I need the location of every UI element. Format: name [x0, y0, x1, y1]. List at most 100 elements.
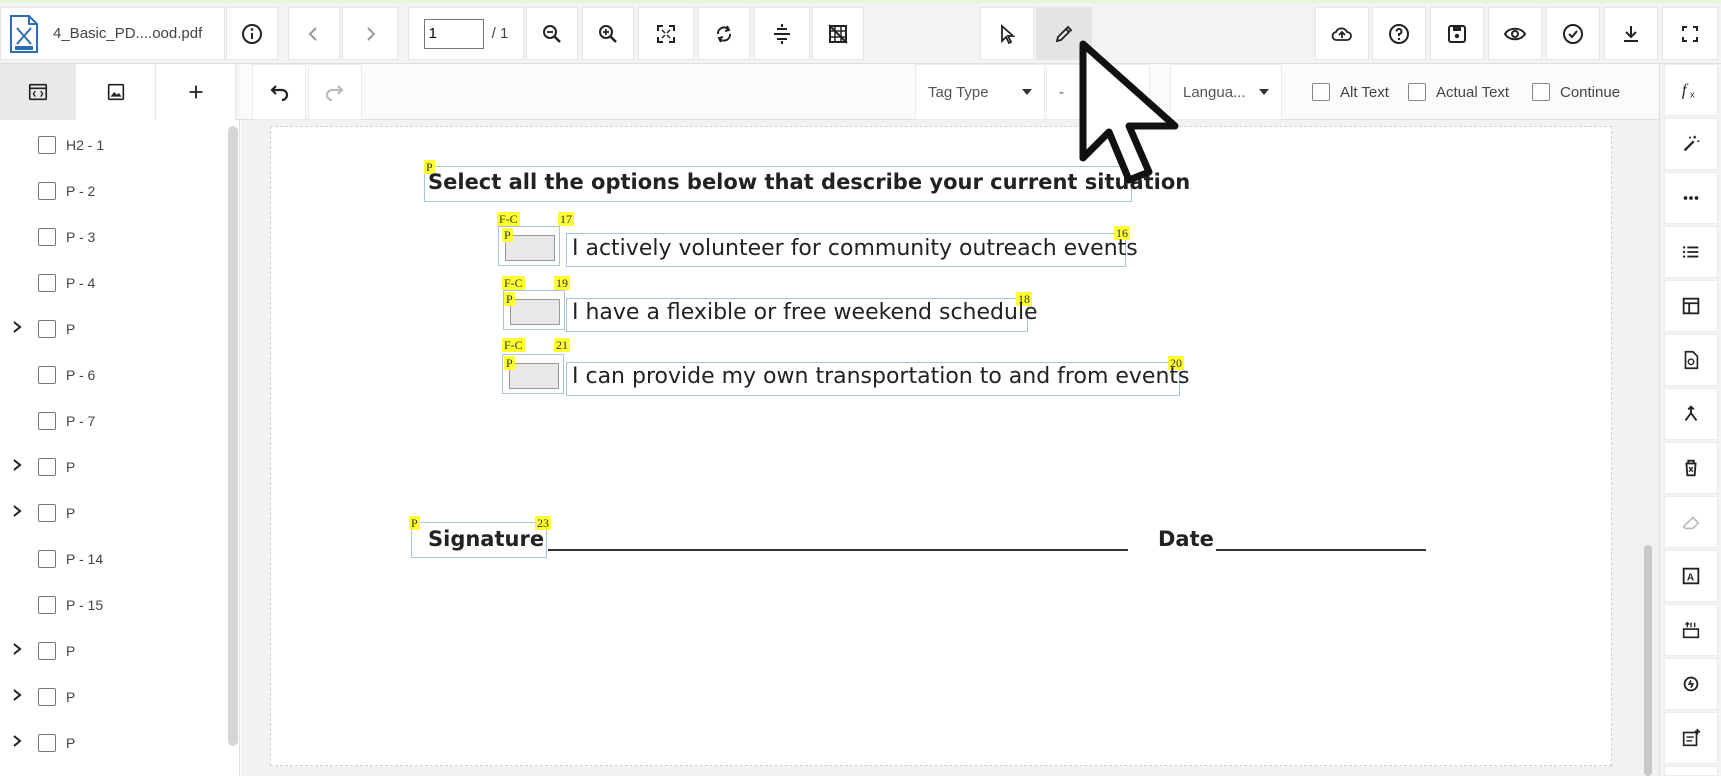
list-button[interactable]	[1664, 226, 1718, 278]
merge-button[interactable]	[1664, 388, 1718, 440]
tree-item[interactable]: P	[0, 674, 228, 720]
chevron-right-icon[interactable]	[10, 458, 24, 477]
tree-item[interactable]: P	[0, 444, 228, 490]
chevron-right-icon[interactable]	[10, 320, 24, 339]
chevron-right-icon[interactable]	[10, 688, 24, 707]
preview-button[interactable]	[1488, 7, 1542, 60]
save-button[interactable]	[1430, 7, 1484, 60]
tree-item[interactable]: P	[0, 720, 228, 766]
tree-item[interactable]: P - 15	[0, 582, 228, 628]
validate-button[interactable]	[1546, 7, 1600, 60]
rotate-icon	[717, 25, 731, 42]
tree-item-checkbox[interactable]	[38, 596, 56, 614]
tag-value-dash: -	[1059, 83, 1064, 101]
tree-item-label: P	[66, 735, 76, 751]
tree-item-checkbox[interactable]	[38, 734, 56, 752]
tree-item-checkbox[interactable]	[38, 550, 56, 568]
tree-item-checkbox[interactable]	[38, 642, 56, 660]
sync-button[interactable]	[1664, 658, 1718, 710]
info-button[interactable]	[226, 7, 278, 60]
tree-item[interactable]: P	[0, 490, 228, 536]
tree-item[interactable]: P - 4	[0, 260, 228, 306]
tree-item-checkbox[interactable]	[38, 366, 56, 384]
signature-line	[548, 549, 1128, 551]
select-tool-button[interactable]	[980, 7, 1034, 60]
help-button[interactable]	[1372, 7, 1426, 60]
text-box-button[interactable]: A	[1664, 550, 1718, 602]
tree-item[interactable]: P	[0, 628, 228, 674]
undo-button[interactable]	[252, 64, 306, 120]
chevron-right-icon[interactable]	[10, 734, 24, 753]
debug-button[interactable]	[1664, 766, 1718, 776]
fullscreen-button[interactable]	[1662, 7, 1718, 60]
next-page-button[interactable]	[342, 7, 398, 60]
tree-item-checkbox[interactable]	[38, 688, 56, 706]
add-tag-button[interactable]	[156, 64, 236, 120]
auto-tag-button[interactable]	[1664, 118, 1718, 170]
grid-toggle-button[interactable]	[812, 7, 864, 60]
file-tab[interactable]: 4_Basic_PD....ood.pdf	[0, 7, 225, 60]
page-number-input[interactable]	[423, 18, 484, 49]
tag-value-dropdown[interactable]: -	[1046, 64, 1150, 120]
language-dropdown[interactable]: Langua...	[1170, 64, 1282, 120]
chevron-right-icon[interactable]	[10, 642, 24, 661]
tree-scrollbar[interactable]	[228, 126, 238, 746]
redo-button[interactable]	[308, 64, 362, 120]
download-icon	[1624, 25, 1638, 42]
split-horizontal-icon	[774, 23, 790, 44]
previous-page-button[interactable]	[288, 7, 340, 60]
tree-item[interactable]: P - 6	[0, 352, 228, 398]
tree-item-label: P	[66, 505, 76, 521]
add-note-button[interactable]	[1664, 712, 1718, 764]
checkbox-box[interactable]	[1532, 83, 1550, 101]
document-scrollbar[interactable]	[1644, 545, 1652, 776]
checkbox-box[interactable]	[1312, 83, 1330, 101]
tag-type-dropdown[interactable]: Tag Type	[915, 64, 1045, 120]
chevron-right-icon	[367, 26, 376, 41]
delete-button[interactable]	[1664, 442, 1718, 494]
split-view-button[interactable]	[754, 7, 810, 60]
tab-images[interactable]	[76, 64, 156, 120]
option-3-form-num: 21	[554, 338, 570, 352]
continue-checkbox[interactable]: Continue	[1532, 80, 1620, 104]
tree-item-checkbox[interactable]	[38, 228, 56, 246]
formula-button[interactable]: fx	[1664, 64, 1718, 116]
order-icon	[1682, 621, 1700, 639]
tab-tags[interactable]	[0, 64, 76, 120]
actual-text-checkbox[interactable]: Actual Text	[1408, 80, 1509, 104]
artifact-button[interactable]	[1664, 496, 1718, 548]
tree-item[interactable]: P - 3	[0, 214, 228, 260]
tree-item-checkbox[interactable]	[38, 504, 56, 522]
tree-item-label: P - 2	[66, 183, 96, 199]
tree-item[interactable]: P - 7	[0, 398, 228, 444]
tree-item-label: P	[66, 459, 76, 475]
file-name: 4_Basic_PD....ood.pdf	[53, 25, 203, 42]
tree-item[interactable]: P - 2	[0, 168, 228, 214]
checkbox-box[interactable]	[1408, 83, 1426, 101]
tree-item-checkbox[interactable]	[38, 182, 56, 200]
tree-item-checkbox[interactable]	[38, 320, 56, 338]
document-check-button[interactable]	[1664, 334, 1718, 386]
tree-item-checkbox[interactable]	[38, 136, 56, 154]
tree-item[interactable]: H2 - 1	[0, 122, 228, 168]
tree-item-checkbox[interactable]	[38, 274, 56, 292]
page-navigator: / 1	[408, 7, 524, 60]
zoom-out-button[interactable]	[526, 7, 578, 60]
draw-tool-button[interactable]	[1036, 7, 1092, 60]
language-label: Langua...	[1183, 83, 1246, 101]
more-options-button[interactable]	[1664, 172, 1718, 224]
rotate-button[interactable]	[698, 7, 750, 60]
upload-button[interactable]	[1315, 7, 1369, 60]
tree-item-checkbox[interactable]	[38, 458, 56, 476]
check-circle-icon	[1563, 23, 1583, 44]
download-button[interactable]	[1604, 7, 1658, 60]
tree-item[interactable]: P - 14	[0, 536, 228, 582]
chevron-right-icon[interactable]	[10, 504, 24, 523]
fit-page-button[interactable]	[638, 7, 694, 60]
zoom-in-button[interactable]	[582, 7, 634, 60]
table-button[interactable]	[1664, 280, 1718, 332]
alt-text-checkbox[interactable]: Alt Text	[1312, 80, 1389, 104]
tree-item[interactable]: P	[0, 306, 228, 352]
reading-order-button[interactable]	[1664, 604, 1718, 656]
tree-item-checkbox[interactable]	[38, 412, 56, 430]
